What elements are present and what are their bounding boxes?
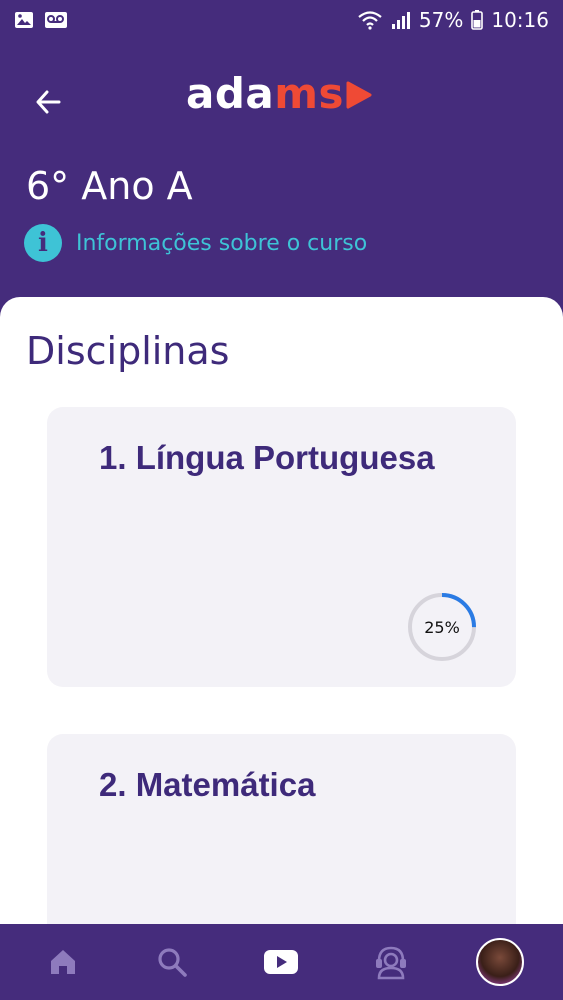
arrow-left-icon [36, 90, 61, 114]
home-icon [50, 950, 75, 974]
discipline-card[interactable]: 1. Língua Portuguesa 25% [47, 407, 516, 687]
gallery-icon [15, 12, 33, 28]
wifi-icon [358, 11, 382, 30]
nav-search[interactable] [137, 927, 207, 997]
avatar [476, 938, 525, 986]
info-icon: i [24, 224, 62, 262]
bottom-navigation [0, 924, 563, 1000]
progress-ring: 25% [406, 591, 478, 663]
play-icon [264, 950, 299, 974]
disciplines-panel: Disciplinas 1. Língua Portuguesa 25% 2. … [0, 297, 563, 924]
progress-label: 25% [424, 617, 460, 637]
nav-videos[interactable] [246, 927, 316, 997]
discipline-title: 1. Língua Portuguesa [99, 439, 435, 476]
nav-profile[interactable] [465, 927, 535, 997]
status-bar: 57% 10:16 [0, 0, 563, 40]
section-title: Disciplinas [26, 329, 230, 373]
discipline-title: 2. Matemática [99, 766, 316, 803]
search-icon [158, 948, 187, 977]
adams-logo: ada ms [186, 68, 372, 118]
course-title: 6° Ano A [26, 164, 193, 208]
signal-icon [391, 12, 410, 29]
discipline-card[interactable]: 2. Matemática [47, 734, 516, 924]
nav-support[interactable] [356, 927, 426, 997]
battery-percent: 57% [418, 8, 464, 32]
course-info-link[interactable]: i Informações sobre o curso [24, 224, 367, 262]
course-info-label: Informações sobre o curso [76, 230, 368, 256]
app-header: ada ms 6° Ano A i Informações sobre o cur… [0, 40, 563, 320]
voicemail-icon [45, 12, 67, 28]
headset-icon [375, 946, 406, 980]
back-button[interactable] [28, 82, 68, 122]
battery-icon [471, 10, 484, 30]
clock: 10:16 [491, 8, 549, 32]
nav-home[interactable] [28, 927, 98, 997]
logo-play-icon [346, 81, 372, 109]
